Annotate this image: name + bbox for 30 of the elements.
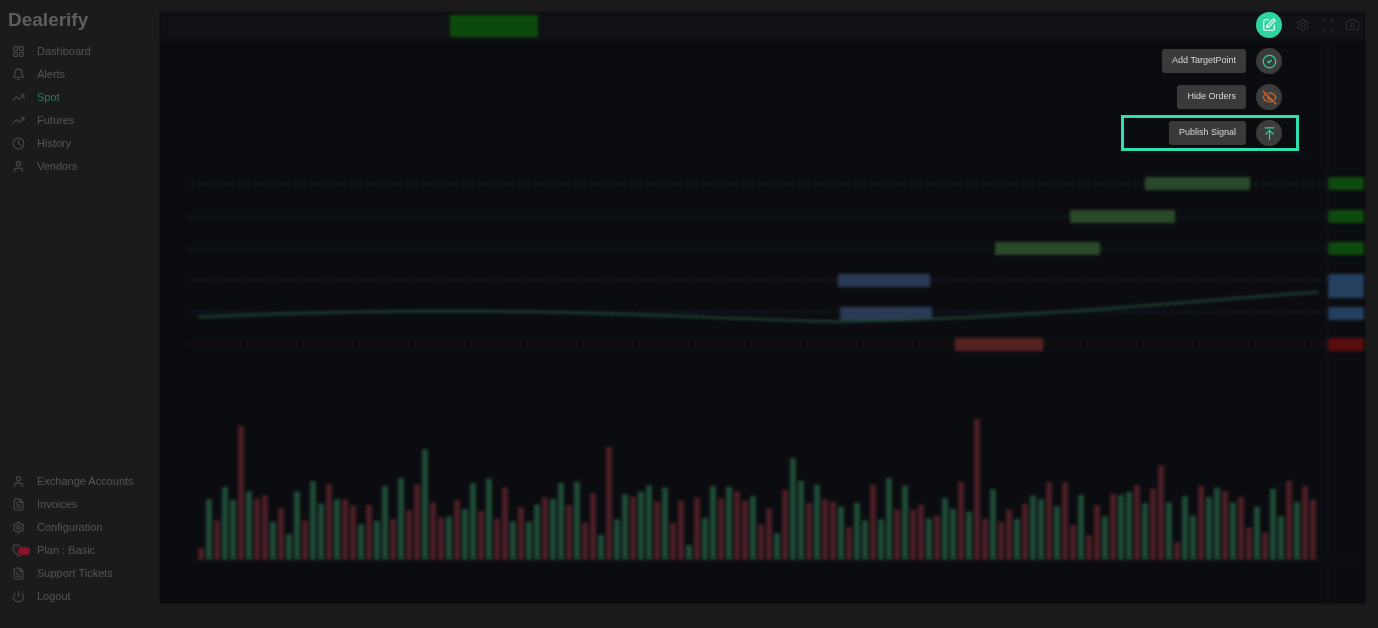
user-icon	[12, 475, 25, 488]
sidebar-item[interactable]: Invoices	[37, 496, 78, 513]
sidebar-item[interactable]: Dashboard	[37, 43, 91, 60]
sidebar-item[interactable]: Alerts	[37, 66, 66, 83]
sidebar-item[interactable]: Exchange Accounts	[37, 473, 134, 490]
brand-logo: Dealerify	[8, 7, 89, 32]
edit-icon	[1262, 18, 1276, 32]
sidebar-item[interactable]: Futures	[37, 112, 75, 129]
tooltip-label: Hide Orders	[1177, 85, 1246, 109]
power-icon	[12, 590, 25, 603]
bell-icon	[12, 68, 25, 81]
sidebar-item[interactable]: Logout	[37, 588, 71, 605]
eye-off-icon	[1261, 89, 1277, 105]
sidebar-item[interactable]: Vendors	[37, 158, 78, 175]
user-icon	[12, 160, 25, 173]
sidebar-item[interactable]: History	[37, 135, 72, 152]
grid-icon	[12, 45, 25, 58]
document-icon	[12, 498, 25, 511]
sidebar-item[interactable]: Plan : Basic	[37, 542, 96, 559]
clock-icon	[12, 137, 25, 150]
sidebar-item[interactable]: Support Tickets	[37, 565, 113, 582]
document-icon	[12, 567, 25, 580]
trend-line-icon	[12, 91, 25, 104]
sidebar-item[interactable]: Configuration	[37, 519, 103, 536]
tooltip-label: Publish Signal	[1168, 121, 1246, 145]
tooltip-label: Add TargetPoint	[1162, 49, 1246, 73]
settings-icon	[12, 521, 25, 534]
trend-line-icon	[12, 114, 25, 127]
check-plus-icon	[1261, 53, 1277, 69]
sidebar-item[interactable]: Spot	[37, 89, 60, 106]
